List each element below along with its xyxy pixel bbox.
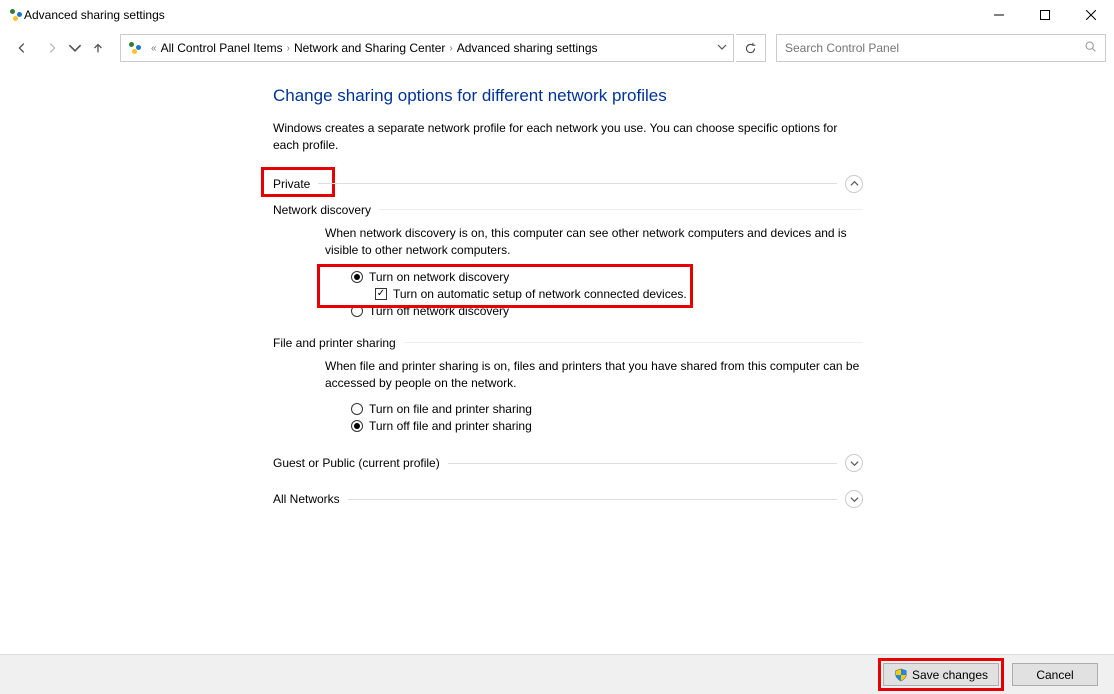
radio-icon bbox=[351, 420, 363, 432]
maximize-button[interactable] bbox=[1022, 0, 1068, 30]
section-guest-label: Guest or Public (current profile) bbox=[273, 456, 448, 470]
cancel-button-label: Cancel bbox=[1036, 668, 1073, 682]
control-panel-icon bbox=[8, 7, 24, 23]
refresh-button[interactable] bbox=[736, 34, 766, 62]
radio-file-printer-on[interactable]: Turn on file and printer sharing bbox=[351, 402, 863, 416]
window-title: Advanced sharing settings bbox=[24, 8, 165, 22]
radio-label: Turn off file and printer sharing bbox=[369, 419, 532, 433]
chevron-right-icon: › bbox=[287, 43, 290, 54]
shield-icon bbox=[894, 668, 908, 682]
chevron-down-icon[interactable] bbox=[845, 490, 863, 508]
highlight-network-discovery bbox=[317, 264, 693, 308]
highlight-save-button: Save changes bbox=[878, 658, 1004, 691]
recent-locations-dropdown[interactable] bbox=[68, 34, 82, 62]
search-icon[interactable] bbox=[1084, 40, 1097, 56]
section-private-header[interactable]: Private bbox=[273, 173, 863, 195]
breadcrumb-item[interactable]: Advanced sharing settings bbox=[457, 41, 598, 55]
titlebar: Advanced sharing settings bbox=[0, 0, 1114, 30]
section-all-label: All Networks bbox=[273, 492, 348, 506]
radio-file-printer-off[interactable]: Turn off file and printer sharing bbox=[351, 419, 863, 433]
section-private-label: Private bbox=[273, 177, 318, 191]
section-private-body: Network discovery When network discovery… bbox=[273, 195, 863, 453]
footer-bar: Save changes Cancel bbox=[0, 654, 1114, 694]
close-button[interactable] bbox=[1068, 0, 1114, 30]
cancel-button[interactable]: Cancel bbox=[1012, 663, 1098, 686]
address-bar[interactable]: « All Control Panel Items › Network and … bbox=[120, 34, 734, 62]
subhead-label: File and printer sharing bbox=[273, 336, 404, 350]
search-box[interactable] bbox=[776, 34, 1106, 62]
breadcrumb-item[interactable]: Network and Sharing Center bbox=[294, 41, 445, 55]
network-discovery-description: When network discovery is on, this compu… bbox=[325, 225, 863, 260]
section-guest-header[interactable]: Guest or Public (current profile) bbox=[273, 452, 863, 474]
back-button[interactable] bbox=[8, 34, 36, 62]
window-controls bbox=[976, 0, 1114, 30]
address-dropdown-icon[interactable] bbox=[717, 41, 727, 55]
chevron-right-icon: › bbox=[449, 43, 452, 54]
forward-button[interactable] bbox=[38, 34, 66, 62]
save-button-label: Save changes bbox=[912, 668, 988, 682]
up-button[interactable] bbox=[84, 34, 112, 62]
breadcrumb-item[interactable]: All Control Panel Items bbox=[161, 41, 283, 55]
control-panel-icon bbox=[127, 40, 143, 56]
nav-toolbar: « All Control Panel Items › Network and … bbox=[0, 30, 1114, 66]
minimize-button[interactable] bbox=[976, 0, 1022, 30]
search-input[interactable] bbox=[785, 41, 1084, 55]
subhead-file-printer: File and printer sharing bbox=[273, 336, 863, 350]
file-printer-description: When file and printer sharing is on, fil… bbox=[325, 358, 863, 393]
radio-label: Turn on file and printer sharing bbox=[369, 402, 532, 416]
section-all-header[interactable]: All Networks bbox=[273, 488, 863, 510]
page-description: Windows creates a separate network profi… bbox=[273, 120, 863, 155]
subhead-label: Network discovery bbox=[273, 203, 379, 217]
chevron-down-icon[interactable] bbox=[845, 454, 863, 472]
content-area: Change sharing options for different net… bbox=[0, 66, 1114, 654]
breadcrumb-prefix: « bbox=[151, 43, 157, 54]
page-title: Change sharing options for different net… bbox=[273, 86, 863, 106]
chevron-up-icon[interactable] bbox=[845, 175, 863, 193]
subhead-network-discovery: Network discovery bbox=[273, 203, 863, 217]
save-button[interactable]: Save changes bbox=[883, 663, 999, 686]
radio-icon bbox=[351, 403, 363, 415]
